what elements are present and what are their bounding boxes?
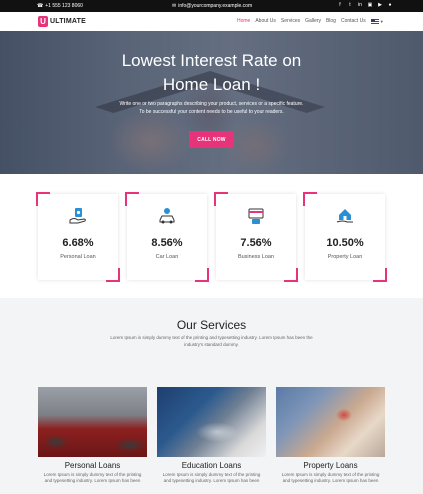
nav-item-blog[interactable]: Blog xyxy=(326,18,336,24)
hero-title-line2: Home Loan ! xyxy=(162,75,261,94)
section-subtitle-line1: Lorem Ipsum is simply dummy text of the … xyxy=(110,335,313,340)
twitter-icon[interactable]: t xyxy=(347,2,353,8)
us-flag-icon xyxy=(370,18,379,24)
stat-value: 8.56% xyxy=(151,237,183,249)
service-desc-line2: and typesetting industry. Lorem Ipsum ha… xyxy=(163,478,260,483)
email-address: info@yourcompany.example.com xyxy=(178,3,253,9)
card-icon xyxy=(248,208,264,224)
language-selector[interactable]: ▼ xyxy=(370,18,384,24)
brand-name: ULTIMATE xyxy=(50,18,86,25)
service-desc-line2: and typesetting industry. Lorem Ipsum ha… xyxy=(44,478,141,483)
service-title: Education Loans xyxy=(181,461,242,470)
service-title: Property Loans xyxy=(303,461,358,470)
education-loans-image xyxy=(157,387,266,457)
nav-item-contact[interactable]: Contact Us xyxy=(341,18,366,24)
service-card-property-loans[interactable]: Property Loans Lorem Ipsum is simply dum… xyxy=(276,387,385,483)
hand-money-icon xyxy=(69,208,86,224)
email-contact[interactable]: ✉ info@yourcompany.example.com xyxy=(172,3,252,9)
facebook-icon[interactable]: f xyxy=(337,2,343,8)
nav-item-about[interactable]: About Us xyxy=(255,18,276,24)
house-hand-icon xyxy=(336,209,353,223)
nav-item-services[interactable]: Services xyxy=(281,18,300,24)
brand-logo[interactable]: U ULTIMATE xyxy=(38,16,86,27)
stat-label: Personal Loan xyxy=(60,254,96,260)
stat-card-business-loan[interactable]: 7.56% Business Loan xyxy=(214,192,298,282)
main-navbar: U ULTIMATE Home About Us Services Galler… xyxy=(0,12,423,32)
stat-value: 7.56% xyxy=(240,237,272,249)
service-title: Personal Loans xyxy=(64,461,121,470)
nav-item-gallery[interactable]: Gallery xyxy=(305,18,321,24)
mail-icon: ✉ xyxy=(172,3,177,9)
github-icon[interactable]: ● xyxy=(387,2,393,8)
stat-label: Business Loan xyxy=(237,254,275,260)
personal-loans-image xyxy=(38,387,147,457)
stat-value: 10.50% xyxy=(326,237,364,249)
phone-contact[interactable]: ☎ +1 555 123 8060 xyxy=(37,3,83,9)
stat-card-car-loan[interactable]: 8.56% Car Loan xyxy=(125,192,209,282)
hero-banner: Lowest Interest Rate on Home Loan ! Writ… xyxy=(0,31,423,174)
social-links: f t in ▣ ▶ ● xyxy=(337,2,393,8)
instagram-icon[interactable]: ▣ xyxy=(367,2,373,8)
nav-menu: Home About Us Services Gallery Blog Cont… xyxy=(237,18,384,24)
hero-text-line1: Write one or two paragraphs describing y… xyxy=(119,101,304,107)
service-card-education-loans[interactable]: Education Loans Lorem Ipsum is simply du… xyxy=(157,387,266,483)
linkedin-icon[interactable]: in xyxy=(357,2,363,8)
phone-number: +1 555 123 8060 xyxy=(45,3,83,9)
top-bar: ☎ +1 555 123 8060 ✉ info@yourcompany.exa… xyxy=(0,0,423,12)
stat-value: 6.68% xyxy=(62,237,94,249)
section-title: Our Services xyxy=(176,318,247,332)
section-subtitle-line2: industry's standard dummy. xyxy=(184,342,239,347)
loan-rates-section: 6.68% Personal Loan 8.56% Car Loan 7.56%… xyxy=(0,174,423,298)
property-loans-image xyxy=(276,387,385,457)
youtube-icon[interactable]: ▶ xyxy=(377,2,383,8)
hero-title-line1: Lowest Interest Rate on xyxy=(121,51,302,70)
car-icon xyxy=(159,208,175,224)
chevron-down-icon: ▼ xyxy=(379,18,384,24)
stat-label: Property Loan xyxy=(327,254,363,260)
stat-card-property-loan[interactable]: 10.50% Property Loan xyxy=(303,192,387,282)
call-now-button[interactable]: CALL NOW xyxy=(189,131,234,148)
service-card-personal-loans[interactable]: Personal Loans Lorem Ipsum is simply dum… xyxy=(38,387,147,483)
stat-card-personal-loan[interactable]: 6.68% Personal Loan xyxy=(36,192,120,282)
stat-label: Car Loan xyxy=(155,254,179,260)
phone-icon: ☎ xyxy=(37,3,44,9)
nav-item-home[interactable]: Home xyxy=(237,18,250,24)
services-section: Our Services Lorem Ipsum is simply dummy… xyxy=(0,298,423,494)
service-desc-line2: and typesetting industry. Lorem Ipsum ha… xyxy=(282,478,379,483)
logo-mark: U xyxy=(38,16,48,27)
hero-text-line2: To be successful your content needs to b… xyxy=(139,109,284,115)
